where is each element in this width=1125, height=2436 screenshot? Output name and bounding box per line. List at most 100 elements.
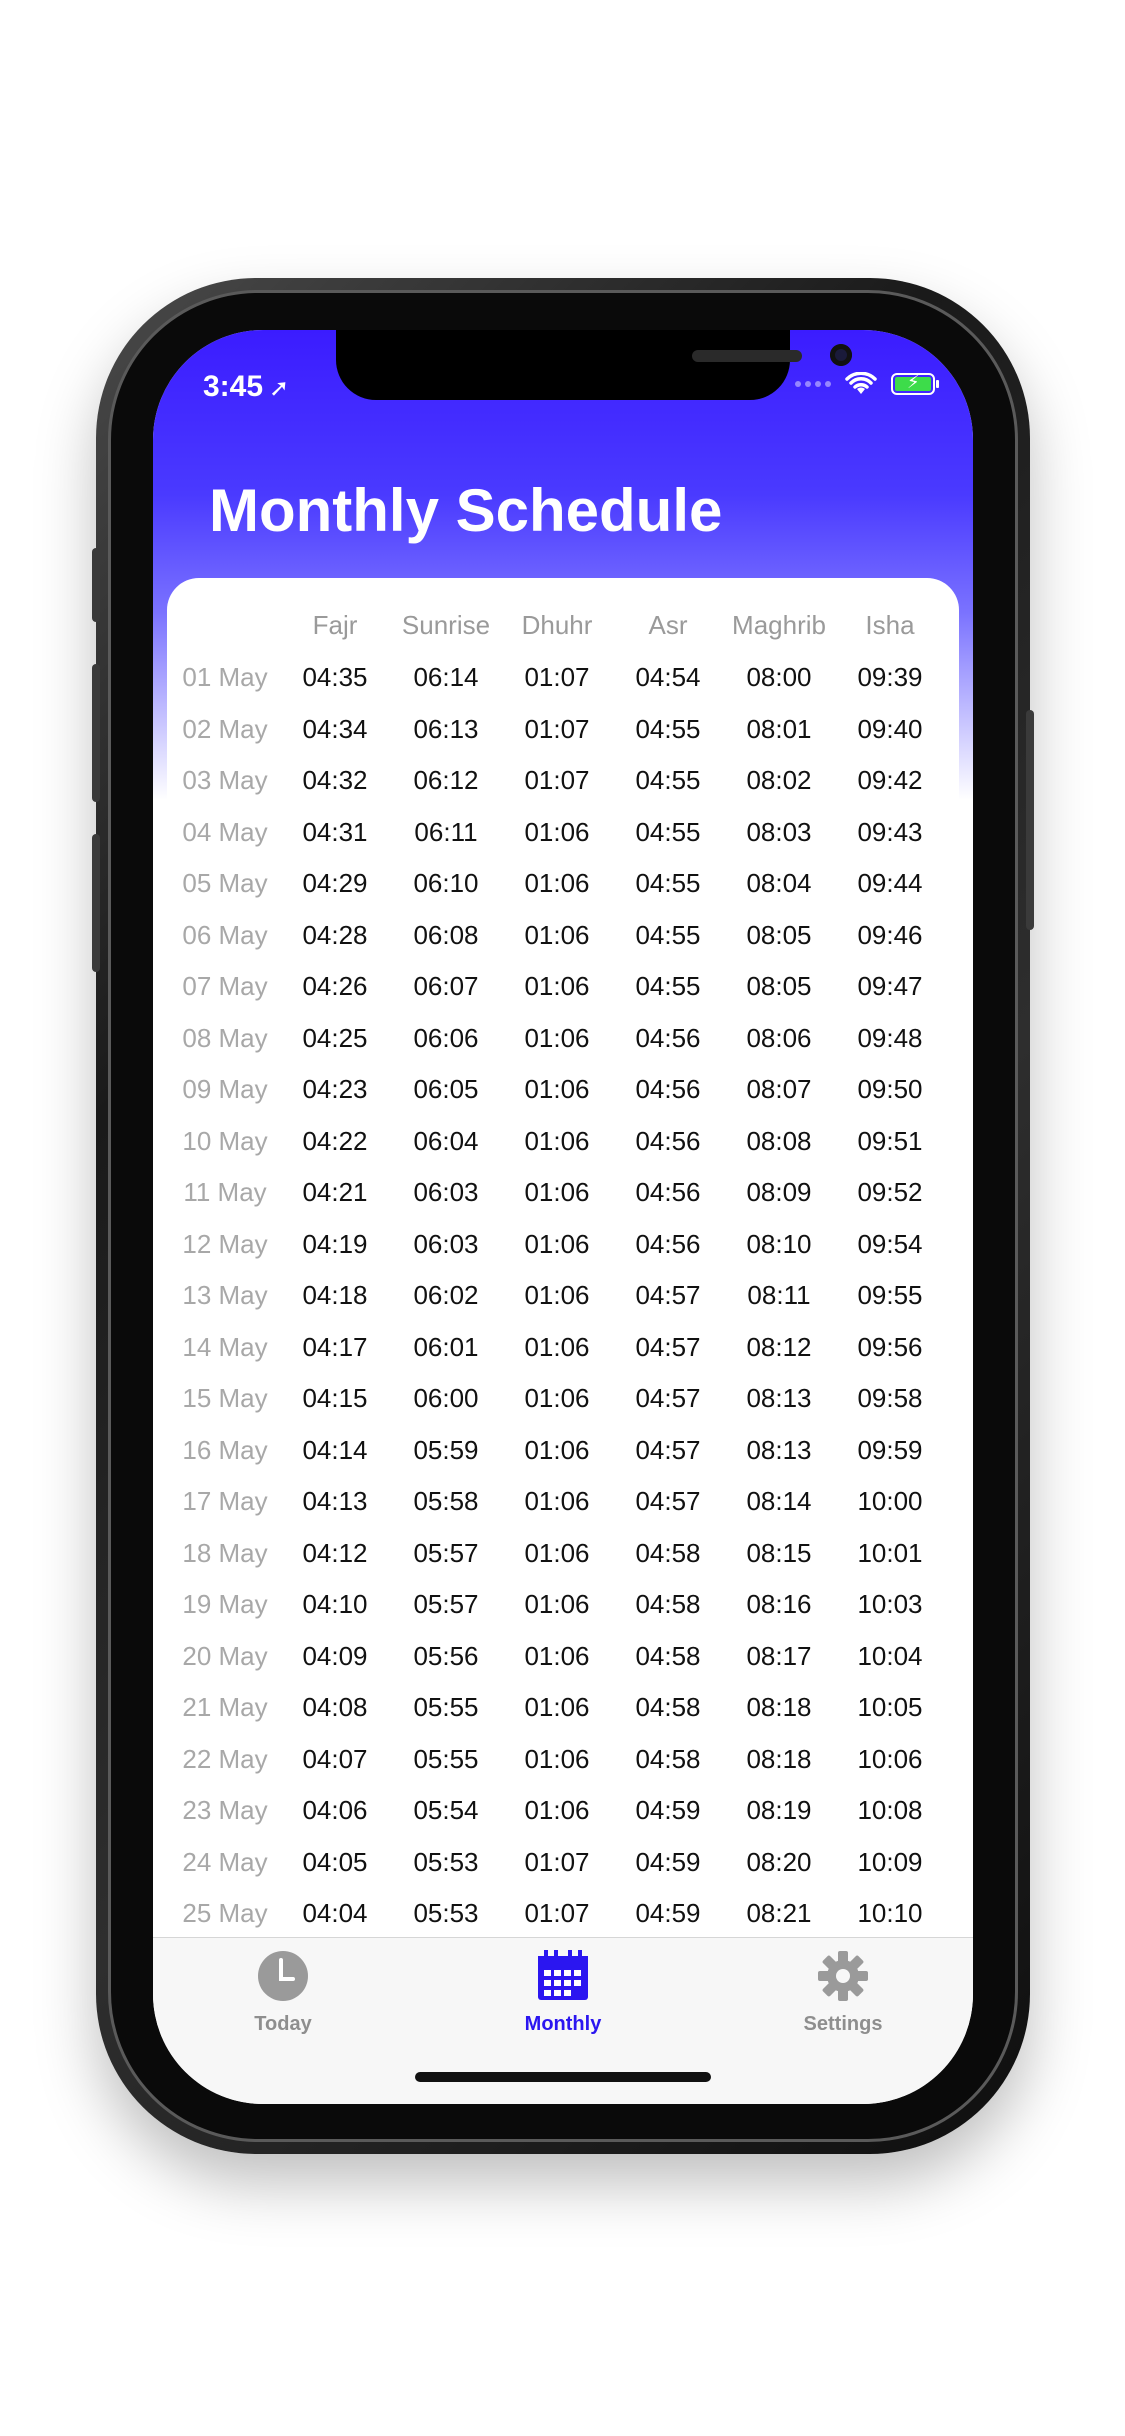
- row-time-sunrise: 06:08: [413, 919, 479, 950]
- schedule-rows: 01 May 04:35 06:14 01:07 04:54 08:00 09:39 02 M…: [167, 662, 959, 1950]
- column-header-fajr: Fajr: [312, 610, 358, 640]
- row-time-maghrib: 08:08: [746, 1125, 812, 1156]
- time-text: 3:45: [203, 370, 264, 403]
- row-time-fajr: 04:28: [302, 919, 368, 950]
- tab-today[interactable]: Today: [183, 1950, 383, 2036]
- row-time-isha: 09:56: [857, 1331, 923, 1362]
- row-time-asr: 04:56: [635, 1228, 701, 1259]
- row-time-fajr: 04:08: [302, 1692, 368, 1722]
- row-time-dhuhr: 01:07: [524, 765, 590, 795]
- clock-icon: [258, 1951, 308, 2001]
- row-time-dhuhr: 01:06: [524, 1743, 590, 1774]
- row-time-sunrise: 05:58: [413, 1486, 479, 1516]
- row-date: 14 May: [182, 1331, 268, 1362]
- row-date: 15 May: [182, 1383, 268, 1413]
- row-time-fajr: 04:07: [302, 1743, 368, 1774]
- row-time-sunrise: 06:03: [413, 1228, 479, 1259]
- row-date: 01 May: [182, 662, 268, 692]
- row-date: 07 May: [182, 971, 268, 1001]
- table-row: 01 May 04:35 06:14 01:07 04:54 08:00 09:39: [167, 662, 959, 714]
- row-time-sunrise: 06:12: [413, 765, 479, 795]
- row-date: 02 May: [182, 713, 268, 744]
- table-row: 12 May 04:19 06:03 01:06 04:56 08:10 09:54: [167, 1229, 959, 1281]
- table-row: 18 May 04:12 05:57 01:06 04:58 08:15 10:01: [167, 1538, 959, 1590]
- tab-settings[interactable]: Settings: [743, 1950, 943, 2036]
- row-time-maghrib: 08:19: [746, 1795, 812, 1825]
- calendar-icon: [538, 1950, 588, 2000]
- row-time-fajr: 04:32: [302, 765, 368, 795]
- row-date: 16 May: [182, 1434, 268, 1465]
- row-date: 20 May: [182, 1640, 268, 1671]
- row-time-isha: 09:39: [857, 662, 923, 692]
- table-row: 04 May 04:31 06:11 01:06 04:55 08:03 09:43: [167, 817, 959, 869]
- row-time-dhuhr: 01:06: [524, 1177, 590, 1207]
- row-time-dhuhr: 01:06: [524, 1795, 590, 1825]
- row-time-maghrib: 08:14: [746, 1486, 812, 1516]
- table-row: 24 May 04:05 05:53 01:07 04:59 08:20 10:09: [167, 1847, 959, 1899]
- row-time-dhuhr: 01:06: [524, 868, 590, 898]
- row-time-isha: 10:08: [857, 1795, 923, 1825]
- speaker-grille: [692, 350, 802, 362]
- row-time-dhuhr: 01:06: [524, 1331, 590, 1362]
- table-row: 17 May 04:13 05:58 01:06 04:57 08:14 10:00: [167, 1486, 959, 1538]
- row-date: 23 May: [182, 1795, 268, 1825]
- row-time-dhuhr: 01:06: [524, 1074, 590, 1104]
- row-date: 25 May: [182, 1898, 268, 1928]
- tab-monthly[interactable]: Monthly: [463, 1950, 663, 2036]
- row-time-isha: 09:51: [857, 1125, 923, 1156]
- row-time-asr: 04:58: [635, 1537, 701, 1568]
- volume-up-button: [92, 664, 100, 802]
- screen: 3:45 ➚ ⚡ Monthly Schedule Fajr Sunrise D…: [153, 330, 973, 2104]
- signal-icon: [795, 381, 831, 387]
- table-row: 21 May 04:08 05:55 01:06 04:58 08:18 10:05: [167, 1692, 959, 1744]
- notch: [336, 330, 852, 400]
- row-time-dhuhr: 01:06: [524, 816, 590, 847]
- row-time-asr: 04:59: [635, 1795, 701, 1825]
- row-time-fajr: 04:23: [302, 1074, 368, 1104]
- row-time-asr: 04:55: [635, 971, 701, 1001]
- row-time-fajr: 04:09: [302, 1640, 368, 1671]
- row-time-fajr: 04:06: [302, 1795, 368, 1825]
- table-row: 11 May 04:21 06:03 01:06 04:56 08:09 09:52: [167, 1177, 959, 1229]
- row-time-asr: 04:59: [635, 1846, 701, 1877]
- row-time-asr: 04:58: [635, 1743, 701, 1774]
- row-date: 24 May: [182, 1846, 268, 1877]
- wifi-icon: [845, 372, 877, 394]
- row-time-fajr: 04:17: [302, 1331, 368, 1362]
- row-time-isha: 09:43: [857, 816, 923, 847]
- row-time-asr: 04:55: [635, 765, 701, 795]
- row-date: 04 May: [182, 816, 268, 847]
- row-time-fajr: 04:26: [302, 971, 368, 1001]
- row-time-isha: 10:10: [857, 1898, 923, 1928]
- row-time-isha: 09:42: [857, 765, 923, 795]
- row-time-sunrise: 05:59: [413, 1434, 479, 1465]
- row-time-asr: 04:55: [635, 919, 701, 950]
- row-time-maghrib: 08:21: [746, 1898, 812, 1928]
- column-header-isha: Isha: [865, 610, 915, 640]
- row-time-sunrise: 05:56: [413, 1640, 479, 1671]
- row-time-maghrib: 08:05: [746, 971, 812, 1001]
- table-row: 03 May 04:32 06:12 01:07 04:55 08:02 09:42: [167, 765, 959, 817]
- row-time-fajr: 04:04: [302, 1898, 368, 1928]
- schedule-card[interactable]: Fajr Sunrise Dhuhr Asr Maghrib Isha 01 M…: [167, 578, 959, 2038]
- row-time-fajr: 04:05: [302, 1846, 368, 1877]
- row-time-maghrib: 08:01: [746, 713, 812, 744]
- row-time-maghrib: 08:12: [746, 1331, 812, 1362]
- row-time-isha: 09:46: [857, 919, 923, 950]
- table-row: 20 May 04:09 05:56 01:06 04:58 08:17 10:04: [167, 1641, 959, 1693]
- table-row: 09 May 04:23 06:05 01:06 04:56 08:07 09:50: [167, 1074, 959, 1126]
- row-time-isha: 10:04: [857, 1640, 923, 1671]
- row-time-maghrib: 08:03: [746, 816, 812, 847]
- row-time-fajr: 04:35: [302, 662, 368, 692]
- row-time-isha: 10:00: [857, 1486, 923, 1516]
- location-arrow-icon: ➚: [269, 375, 290, 402]
- row-time-maghrib: 08:05: [746, 919, 812, 950]
- row-time-sunrise: 06:05: [413, 1074, 479, 1104]
- row-time-maghrib: 08:13: [746, 1383, 812, 1413]
- row-time-dhuhr: 01:06: [524, 1022, 590, 1053]
- row-time-sunrise: 06:10: [413, 868, 479, 898]
- row-time-dhuhr: 01:06: [524, 1383, 590, 1413]
- row-time-dhuhr: 01:06: [524, 1537, 590, 1568]
- row-time-maghrib: 08:06: [746, 1022, 812, 1053]
- row-time-isha: 09:58: [857, 1383, 923, 1413]
